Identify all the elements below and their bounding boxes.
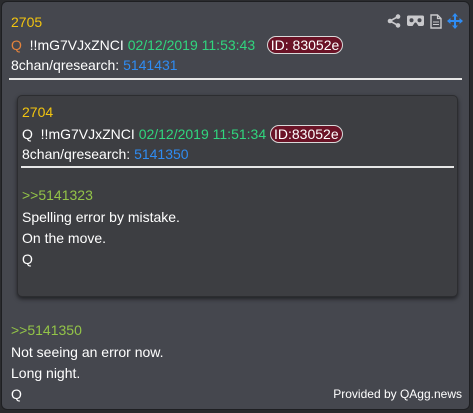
quoted-id-badge: ID:83052e: [270, 125, 343, 143]
reply-link[interactable]: >>5141350: [11, 322, 82, 338]
post-number: 2705: [11, 14, 43, 30]
quoted-board-name: 8chan/qresearch:: [22, 146, 131, 162]
post-id-link[interactable]: 5141431: [123, 57, 178, 73]
vr-headset-icon[interactable]: [406, 15, 425, 27]
post-timestamp: 02/12/2019 11:53:43: [127, 37, 256, 53]
quoted-body-line: On the move.: [22, 230, 107, 246]
quoted-post-source: 8chan/qresearch: 5141350: [22, 146, 189, 162]
quoted-body-line: Q: [22, 251, 33, 267]
quoted-tripcode: !!mG7VJxZNCI: [40, 126, 135, 142]
post-body-line: Long night.: [11, 365, 81, 381]
tripcode: !!mG7VJxZNCI: [29, 37, 124, 53]
document-icon[interactable]: [430, 13, 442, 29]
quoted-post-header: Q !!mG7VJxZNCI 02/12/2019 11:51:34 ID:83…: [22, 125, 343, 143]
quoted-q-signature: Q: [22, 126, 33, 142]
quoted-reply-link[interactable]: >>5141323: [22, 187, 93, 203]
post-toolbar: [387, 12, 463, 30]
move-arrows-icon[interactable]: [447, 13, 463, 29]
board-name: 8chan/qresearch:: [11, 57, 120, 73]
id-badge: ID: 83052e: [266, 36, 344, 54]
quoted-post-id-link[interactable]: 5141350: [134, 146, 189, 162]
share-icon[interactable]: [387, 14, 401, 28]
quoted-post-number: 2704: [22, 104, 54, 120]
quoted-post: 2704 Q !!mG7VJxZNCI 02/12/2019 11:51:34 …: [17, 95, 458, 297]
header-divider: [9, 78, 462, 80]
quoted-header-divider: [21, 166, 454, 168]
post-header: Q !!mG7VJxZNCI 02/12/2019 11:53:43 ID: 8…: [11, 36, 344, 54]
q-signature: Q: [11, 37, 22, 53]
post-source: 8chan/qresearch: 5141431: [11, 57, 178, 73]
post-body-line: Not seeing an error now.: [11, 344, 164, 360]
post-body-line: Q: [11, 386, 22, 402]
quoted-post-timestamp: 02/12/2019 11:51:34: [138, 126, 267, 142]
post-card: 2705 Q !!mG7VJxZNCI 02/12/2019 11:53:43 …: [1, 1, 470, 410]
quoted-body-line: Spelling error by mistake.: [22, 209, 180, 225]
provider-credit: Provided by QAgg.news: [333, 387, 462, 401]
